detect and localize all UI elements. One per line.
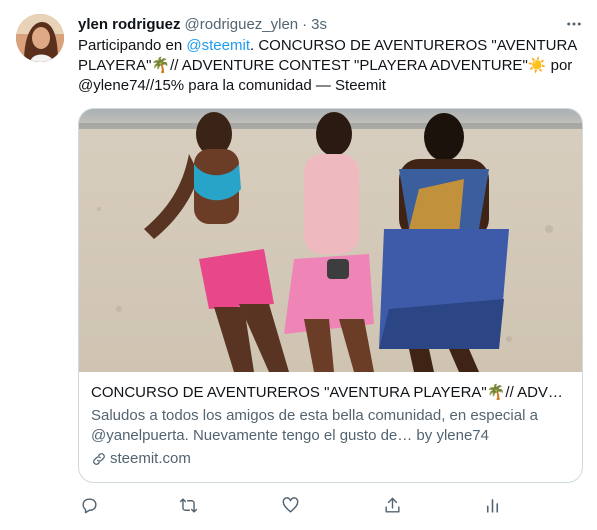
tweet-header: ylen rodriguez @rodriguez_ylen · 3s <box>78 14 327 34</box>
more-horizontal-icon <box>567 22 581 26</box>
more-options-button[interactable] <box>562 14 586 34</box>
tweet-text-before: Participando en <box>78 37 187 54</box>
like-icon <box>282 496 298 513</box>
separator: · <box>302 15 308 33</box>
card-title[interactable]: CONCURSO DE AVENTUREROS "AVENTURA PLAYER… <box>91 383 570 403</box>
timestamp[interactable]: 3s <box>311 16 327 33</box>
card-image[interactable] <box>79 109 583 372</box>
link-card[interactable]: CONCURSO DE AVENTUREROS "AVENTURA PLAYER… <box>78 108 583 483</box>
card-domain-text: steemit.com <box>110 450 191 467</box>
author-name[interactable]: ylen rodriguez <box>78 16 181 33</box>
analytics-button[interactable] <box>481 494 503 516</box>
like-button[interactable] <box>279 494 301 516</box>
tweet[interactable]: ylen rodriguez @rodriguez_ylen · 3s Part… <box>0 0 597 530</box>
author-handle[interactable]: @rodriguez_ylen <box>185 16 299 33</box>
reply-icon <box>81 497 96 513</box>
reply-button[interactable] <box>78 494 100 516</box>
link-icon <box>93 453 105 465</box>
tweet-text: Participando en @steemit. CONCURSO DE AV… <box>78 36 583 96</box>
tweet-actions <box>78 494 508 516</box>
avatar[interactable] <box>16 14 64 62</box>
share-button[interactable] <box>381 494 403 516</box>
retweet-icon <box>179 497 197 513</box>
mention-link[interactable]: @steemit <box>186 37 250 54</box>
card-description: Saludos a todos los amigos de esta bella… <box>91 407 538 444</box>
share-icon <box>384 497 400 513</box>
analytics-icon <box>486 498 498 513</box>
card-domain[interactable]: steemit.com <box>91 449 570 469</box>
retweet-button[interactable] <box>177 494 199 516</box>
card-body[interactable]: CONCURSO DE AVENTUREROS "AVENTURA PLAYER… <box>79 373 582 479</box>
